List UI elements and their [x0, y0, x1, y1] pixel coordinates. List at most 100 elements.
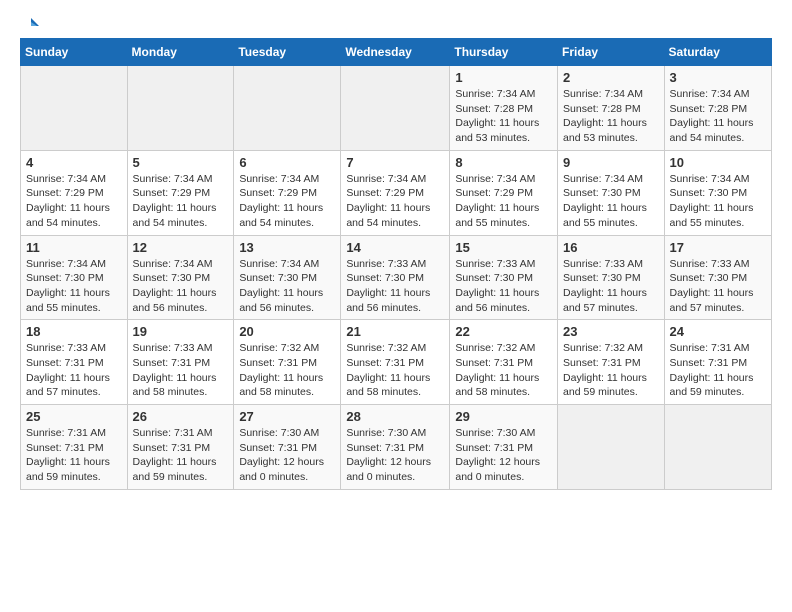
day-info: Sunrise: 7:31 AM Sunset: 7:31 PM Dayligh…: [670, 341, 766, 400]
day-info: Sunrise: 7:32 AM Sunset: 7:31 PM Dayligh…: [563, 341, 659, 400]
calendar-cell: 19 Sunrise: 7:33 AM Sunset: 7:31 PM Dayli…: [127, 320, 234, 405]
calendar-cell: 26 Sunrise: 7:31 AM Sunset: 7:31 PM Dayli…: [127, 405, 234, 490]
column-header-monday: Monday: [127, 39, 234, 66]
day-number: 26: [133, 409, 229, 424]
column-header-thursday: Thursday: [450, 39, 558, 66]
day-info: Sunrise: 7:30 AM Sunset: 7:31 PM Dayligh…: [346, 426, 444, 485]
day-info: Sunrise: 7:32 AM Sunset: 7:31 PM Dayligh…: [239, 341, 335, 400]
calendar-cell: 16 Sunrise: 7:33 AM Sunset: 7:30 PM Dayli…: [558, 235, 665, 320]
day-info: Sunrise: 7:34 AM Sunset: 7:29 PM Dayligh…: [455, 172, 552, 231]
day-number: 27: [239, 409, 335, 424]
day-info: Sunrise: 7:30 AM Sunset: 7:31 PM Dayligh…: [455, 426, 552, 485]
day-info: Sunrise: 7:34 AM Sunset: 7:28 PM Dayligh…: [563, 87, 659, 146]
calendar-cell: 27 Sunrise: 7:30 AM Sunset: 7:31 PM Dayli…: [234, 405, 341, 490]
calendar-cell: 17Sunrise: 7:33 AM Sunset: 7:30 PM Dayli…: [664, 235, 771, 320]
logo: [20, 16, 39, 30]
calendar-cell: [127, 66, 234, 151]
calendar-cell: [341, 66, 450, 151]
column-header-friday: Friday: [558, 39, 665, 66]
calendar-cell: 7 Sunrise: 7:34 AM Sunset: 7:29 PM Daylig…: [341, 150, 450, 235]
calendar-cell: 29 Sunrise: 7:30 AM Sunset: 7:31 PM Dayli…: [450, 405, 558, 490]
logo-bird-icon: [21, 16, 39, 34]
day-info: Sunrise: 7:33 AM Sunset: 7:31 PM Dayligh…: [26, 341, 122, 400]
day-info: Sunrise: 7:34 AM Sunset: 7:29 PM Dayligh…: [239, 172, 335, 231]
calendar-body: 1 Sunrise: 7:34 AM Sunset: 7:28 PM Daylig…: [21, 66, 772, 490]
page-header: [20, 16, 772, 30]
calendar-cell: 21 Sunrise: 7:32 AM Sunset: 7:31 PM Dayli…: [341, 320, 450, 405]
day-number: 18: [26, 324, 122, 339]
day-number: 13: [239, 240, 335, 255]
day-number: 3: [670, 70, 766, 85]
calendar-header-row: SundayMondayTuesdayWednesdayThursdayFrid…: [21, 39, 772, 66]
calendar-cell: [21, 66, 128, 151]
calendar-week-row: 4 Sunrise: 7:34 AM Sunset: 7:29 PM Daylig…: [21, 150, 772, 235]
calendar-cell: 20 Sunrise: 7:32 AM Sunset: 7:31 PM Dayli…: [234, 320, 341, 405]
day-info: Sunrise: 7:34 AM Sunset: 7:30 PM Dayligh…: [563, 172, 659, 231]
day-number: 15: [455, 240, 552, 255]
day-info: Sunrise: 7:32 AM Sunset: 7:31 PM Dayligh…: [455, 341, 552, 400]
calendar-week-row: 1 Sunrise: 7:34 AM Sunset: 7:28 PM Daylig…: [21, 66, 772, 151]
day-info: Sunrise: 7:31 AM Sunset: 7:31 PM Dayligh…: [133, 426, 229, 485]
calendar-cell: 18 Sunrise: 7:33 AM Sunset: 7:31 PM Dayli…: [21, 320, 128, 405]
calendar-cell: 28 Sunrise: 7:30 AM Sunset: 7:31 PM Dayli…: [341, 405, 450, 490]
day-number: 12: [133, 240, 229, 255]
day-number: 8: [455, 155, 552, 170]
day-info: Sunrise: 7:34 AM Sunset: 7:29 PM Dayligh…: [346, 172, 444, 231]
day-number: 7: [346, 155, 444, 170]
day-info: Sunrise: 7:33 AM Sunset: 7:30 PM Dayligh…: [346, 257, 444, 316]
day-info: Sunrise: 7:30 AM Sunset: 7:31 PM Dayligh…: [239, 426, 335, 485]
day-info: Sunrise: 7:34 AM Sunset: 7:29 PM Dayligh…: [133, 172, 229, 231]
day-info: Sunrise: 7:34 AM Sunset: 7:30 PM Dayligh…: [239, 257, 335, 316]
day-number: 5: [133, 155, 229, 170]
day-info: Sunrise: 7:34 AM Sunset: 7:30 PM Dayligh…: [26, 257, 122, 316]
column-header-sunday: Sunday: [21, 39, 128, 66]
calendar-cell: 5 Sunrise: 7:34 AM Sunset: 7:29 PM Daylig…: [127, 150, 234, 235]
calendar-table: SundayMondayTuesdayWednesdayThursdayFrid…: [20, 38, 772, 490]
calendar-cell: 10Sunrise: 7:34 AM Sunset: 7:30 PM Dayli…: [664, 150, 771, 235]
day-number: 1: [455, 70, 552, 85]
calendar-cell: 2Sunrise: 7:34 AM Sunset: 7:28 PM Daylig…: [558, 66, 665, 151]
column-header-tuesday: Tuesday: [234, 39, 341, 66]
calendar-week-row: 25 Sunrise: 7:31 AM Sunset: 7:31 PM Dayli…: [21, 405, 772, 490]
day-info: Sunrise: 7:34 AM Sunset: 7:30 PM Dayligh…: [133, 257, 229, 316]
day-info: Sunrise: 7:33 AM Sunset: 7:31 PM Dayligh…: [133, 341, 229, 400]
calendar-cell: 15 Sunrise: 7:33 AM Sunset: 7:30 PM Dayli…: [450, 235, 558, 320]
day-number: 22: [455, 324, 552, 339]
day-number: 9: [563, 155, 659, 170]
day-number: 11: [26, 240, 122, 255]
day-number: 16: [563, 240, 659, 255]
day-number: 19: [133, 324, 229, 339]
day-info: Sunrise: 7:33 AM Sunset: 7:30 PM Dayligh…: [563, 257, 659, 316]
calendar-cell: 13 Sunrise: 7:34 AM Sunset: 7:30 PM Dayli…: [234, 235, 341, 320]
day-number: 20: [239, 324, 335, 339]
day-number: 29: [455, 409, 552, 424]
calendar-cell: 8 Sunrise: 7:34 AM Sunset: 7:29 PM Daylig…: [450, 150, 558, 235]
calendar-cell: 22 Sunrise: 7:32 AM Sunset: 7:31 PM Dayli…: [450, 320, 558, 405]
day-number: 21: [346, 324, 444, 339]
day-info: Sunrise: 7:33 AM Sunset: 7:30 PM Dayligh…: [455, 257, 552, 316]
calendar-cell: [234, 66, 341, 151]
day-number: 6: [239, 155, 335, 170]
calendar-cell: 9 Sunrise: 7:34 AM Sunset: 7:30 PM Daylig…: [558, 150, 665, 235]
calendar-cell: 24 Sunrise: 7:31 AM Sunset: 7:31 PM Dayli…: [664, 320, 771, 405]
day-number: 28: [346, 409, 444, 424]
calendar-cell: 25 Sunrise: 7:31 AM Sunset: 7:31 PM Dayli…: [21, 405, 128, 490]
calendar-cell: [558, 405, 665, 490]
day-number: 25: [26, 409, 122, 424]
day-number: 24: [670, 324, 766, 339]
calendar-cell: [664, 405, 771, 490]
day-number: 4: [26, 155, 122, 170]
day-info: Sunrise: 7:34 AM Sunset: 7:29 PM Dayligh…: [26, 172, 122, 231]
day-info: Sunrise: 7:34 AM Sunset: 7:28 PM Dayligh…: [455, 87, 552, 146]
calendar-cell: 12 Sunrise: 7:34 AM Sunset: 7:30 PM Dayli…: [127, 235, 234, 320]
column-header-saturday: Saturday: [664, 39, 771, 66]
calendar-cell: 23 Sunrise: 7:32 AM Sunset: 7:31 PM Dayli…: [558, 320, 665, 405]
calendar-cell: 11 Sunrise: 7:34 AM Sunset: 7:30 PM Dayli…: [21, 235, 128, 320]
column-header-wednesday: Wednesday: [341, 39, 450, 66]
day-number: 23: [563, 324, 659, 339]
day-number: 10: [670, 155, 766, 170]
day-info: Sunrise: 7:32 AM Sunset: 7:31 PM Dayligh…: [346, 341, 444, 400]
day-info: Sunrise: 7:31 AM Sunset: 7:31 PM Dayligh…: [26, 426, 122, 485]
calendar-cell: 6 Sunrise: 7:34 AM Sunset: 7:29 PM Daylig…: [234, 150, 341, 235]
calendar-cell: 14Sunrise: 7:33 AM Sunset: 7:30 PM Dayli…: [341, 235, 450, 320]
